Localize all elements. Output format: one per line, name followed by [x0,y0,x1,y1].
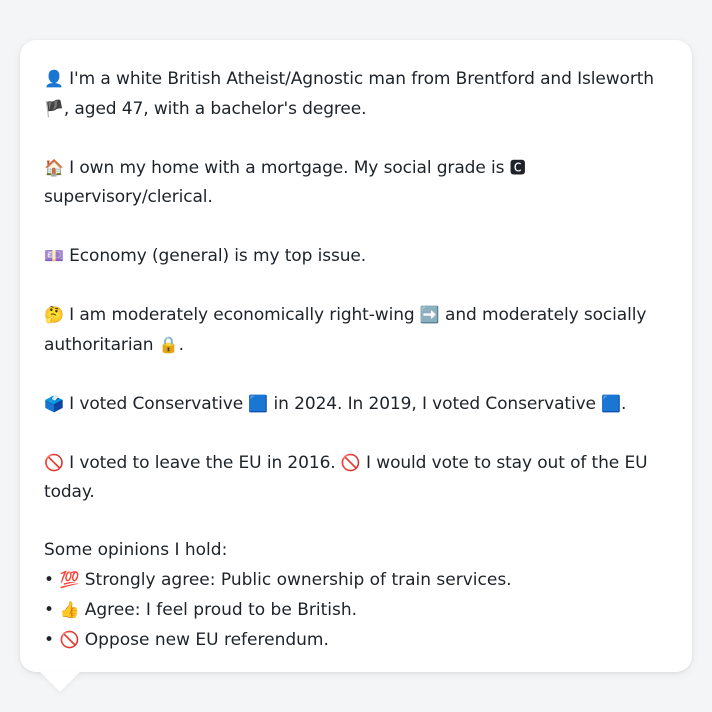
opinions-list: • 💯 Strongly agree: Public ownership of … [44,565,668,655]
person-icon: 👤 [44,69,64,88]
bullet: • [44,570,55,590]
thumbs-up-icon: 👍 [59,600,80,619]
home-text: I own my home with a mortgage. My social… [69,158,505,178]
top-issue-text: Economy (general) is my top issue. [69,246,367,266]
ideology-text-1: I am moderately economically right-wing [69,305,415,325]
opinions-title: Some opinions I hold: [44,540,228,560]
prohibited-icon: 🚫 [44,453,64,472]
opinion-text: Strongly agree: Public ownership of trai… [84,570,512,590]
opinion-item: • 💯 Strongly agree: Public ownership of … [44,565,668,595]
ideology-text-end: . [178,335,184,355]
identity-line: 👤 I'm a white British Atheist/Agnostic m… [44,64,668,124]
bullet: • [44,600,55,620]
ideology-line: 🤔 I am moderately economically right-win… [44,300,668,360]
opinion-text: Oppose new EU referendum. [84,630,329,650]
home-line: 🏠 I own my home with a mortgage. My soci… [44,153,668,212]
prohibited-icon: 🚫 [59,630,80,649]
hundred-points-icon: 💯 [59,570,80,589]
lock-icon: 🔒 [158,335,179,354]
vote-text-1: I voted Conservative [69,394,244,414]
bubble-tail [40,672,80,692]
eu-line: 🚫 I voted to leave the EU in 2016. 🚫 I w… [44,448,668,507]
blue-square-icon: 🟦 [601,394,622,413]
right-arrow-icon: ➡️ [419,305,440,324]
opinion-item: • 👍 Agree: I feel proud to be British. [44,595,668,625]
social-grade-text: supervisory/clerical. [44,187,213,207]
vote-line: 🗳️ I voted Conservative 🟦 in 2024. In 20… [44,389,668,419]
prohibited-icon: 🚫 [340,453,361,472]
house-icon: 🏠 [44,158,64,177]
eu-text-1: I voted to leave the EU in 2016. [69,453,336,473]
identity-text: I'm a white British Atheist/Agnostic man… [69,69,654,89]
england-flag-icon: 🏴 [44,99,64,118]
identity-text-end: , aged 47, with a bachelor's degree. [63,99,367,119]
opinion-item: • 🚫 Oppose new EU referendum. [44,625,668,655]
blue-square-icon: 🟦 [248,394,269,413]
persona-message-bubble: 👤 I'm a white British Atheist/Agnostic m… [20,40,692,672]
bullet: • [44,630,55,650]
ballot-box-icon: 🗳️ [44,394,64,413]
vote-text-2: in 2024. In 2019, I voted Conservative [273,394,596,414]
thinking-face-icon: 🤔 [44,305,64,324]
vote-text-end: . [621,394,627,414]
top-issue-line: 💷 Economy (general) is my top issue. [44,241,668,271]
banknote-icon: 💷 [44,246,64,265]
social-grade-c-icon: 🅲 [509,158,526,177]
opinion-text: Agree: I feel proud to be British. [84,600,357,620]
